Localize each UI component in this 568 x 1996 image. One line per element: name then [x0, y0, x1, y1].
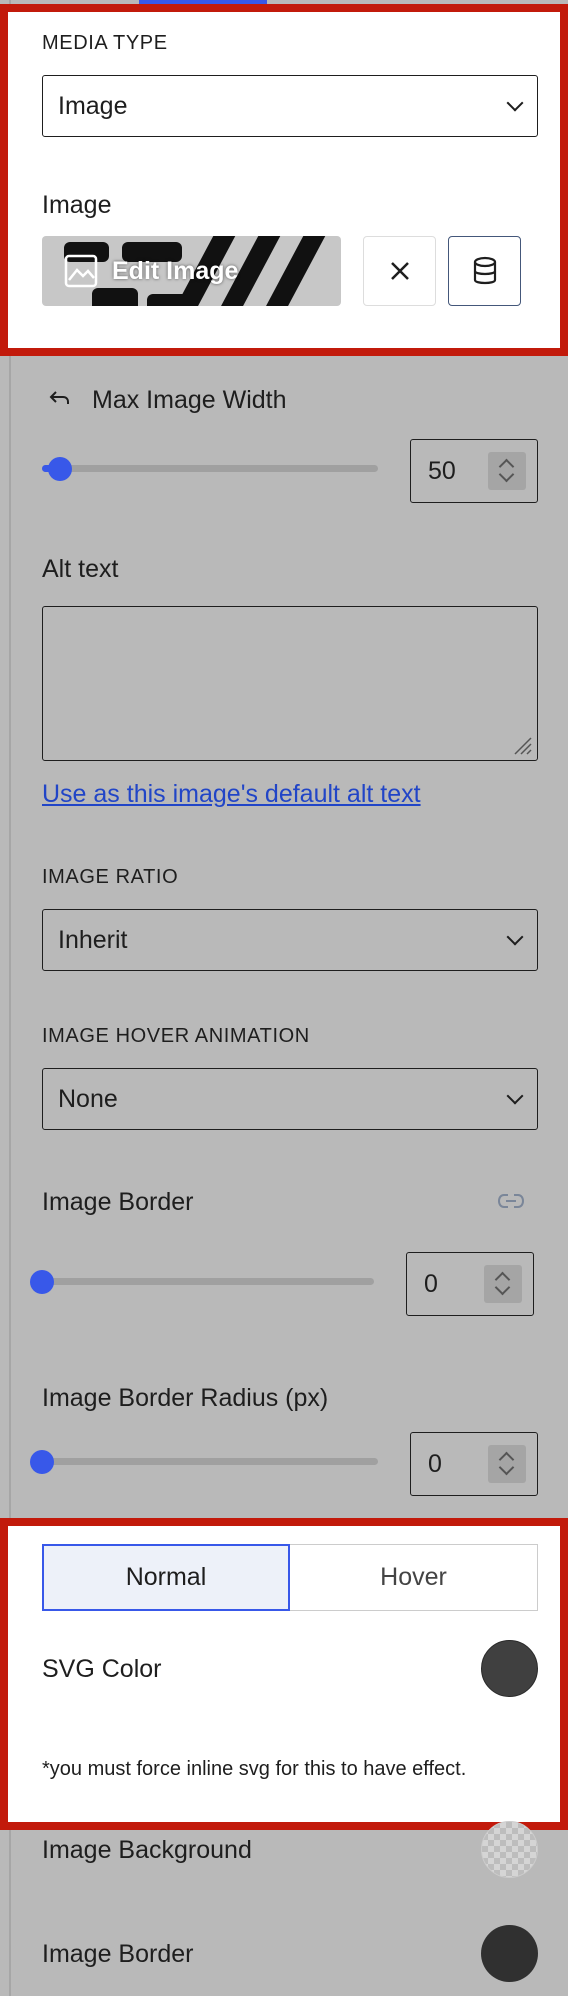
border-radius-number-input[interactable]: 0 [410, 1432, 538, 1496]
undo-arrow-icon[interactable] [49, 389, 71, 407]
media-type-heading: MEDIA TYPE [42, 32, 168, 54]
media-type-select[interactable]: Image [42, 75, 538, 137]
border-radius-slider-thumb[interactable] [30, 1450, 54, 1474]
close-icon [390, 262, 409, 280]
image-border-color-swatch[interactable] [481, 1925, 538, 1982]
max-width-value: 50 [428, 456, 456, 485]
link-icon[interactable] [497, 1192, 525, 1210]
default-alt-text-link[interactable]: Use as this image's default alt text [42, 780, 421, 809]
alt-text-label: Alt text [42, 555, 119, 583]
inline-svg-note: *you must force inline svg for this to h… [42, 1758, 467, 1780]
image-ratio-select[interactable]: Inherit [42, 909, 538, 971]
resize-handle-icon[interactable] [513, 736, 533, 756]
image-background-label: Image Background [42, 1836, 252, 1864]
stepper-icon[interactable] [488, 1445, 526, 1483]
image-background-swatch[interactable] [481, 1821, 538, 1878]
database-icon [473, 256, 496, 285]
image-icon [64, 254, 98, 288]
image-border-label: Image Border [42, 1188, 194, 1216]
border-radius-label: Image Border Radius (px) [42, 1384, 329, 1412]
svg-color-label: SVG Color [42, 1655, 162, 1683]
media-type-value: Image [58, 91, 128, 120]
max-width-slider-track[interactable] [42, 465, 378, 472]
alt-text-input[interactable] [42, 606, 538, 761]
clear-image-button[interactable] [363, 236, 436, 306]
tab-hover[interactable]: Hover [290, 1544, 538, 1611]
border-radius-slider-track[interactable] [42, 1458, 378, 1465]
chevron-down-icon [506, 928, 524, 946]
max-width-label: Max Image Width [92, 386, 287, 414]
max-width-number-input[interactable]: 50 [410, 439, 538, 503]
stepper-icon[interactable] [488, 452, 526, 490]
image-border-value: 0 [424, 1269, 438, 1298]
hover-animation-select[interactable]: None [42, 1068, 538, 1130]
hover-animation-heading: IMAGE HOVER ANIMATION [42, 1025, 310, 1047]
tab-normal[interactable]: Normal [42, 1544, 290, 1611]
chevron-down-icon [506, 1087, 524, 1105]
border-radius-value: 0 [428, 1449, 442, 1478]
image-label: Image [42, 191, 112, 219]
image-border-number-input[interactable]: 0 [406, 1252, 534, 1316]
edit-image-label: Edit Image [42, 236, 238, 306]
stepper-icon[interactable] [484, 1265, 522, 1303]
image-border-slider-thumb[interactable] [30, 1270, 54, 1294]
hover-animation-value: None [58, 1084, 118, 1113]
svg-color-swatch[interactable] [481, 1640, 538, 1697]
image-ratio-value: Inherit [58, 925, 128, 954]
chevron-down-icon [506, 94, 524, 112]
max-width-slider-thumb[interactable] [48, 457, 72, 481]
media-library-button[interactable] [448, 236, 521, 306]
image-border-color-label: Image Border [42, 1940, 194, 1968]
edit-image-text: Edit Image [112, 256, 239, 285]
image-ratio-heading: IMAGE RATIO [42, 866, 179, 888]
image-preview-button[interactable]: Edit Image [42, 236, 341, 306]
image-border-slider-track[interactable] [42, 1278, 374, 1285]
